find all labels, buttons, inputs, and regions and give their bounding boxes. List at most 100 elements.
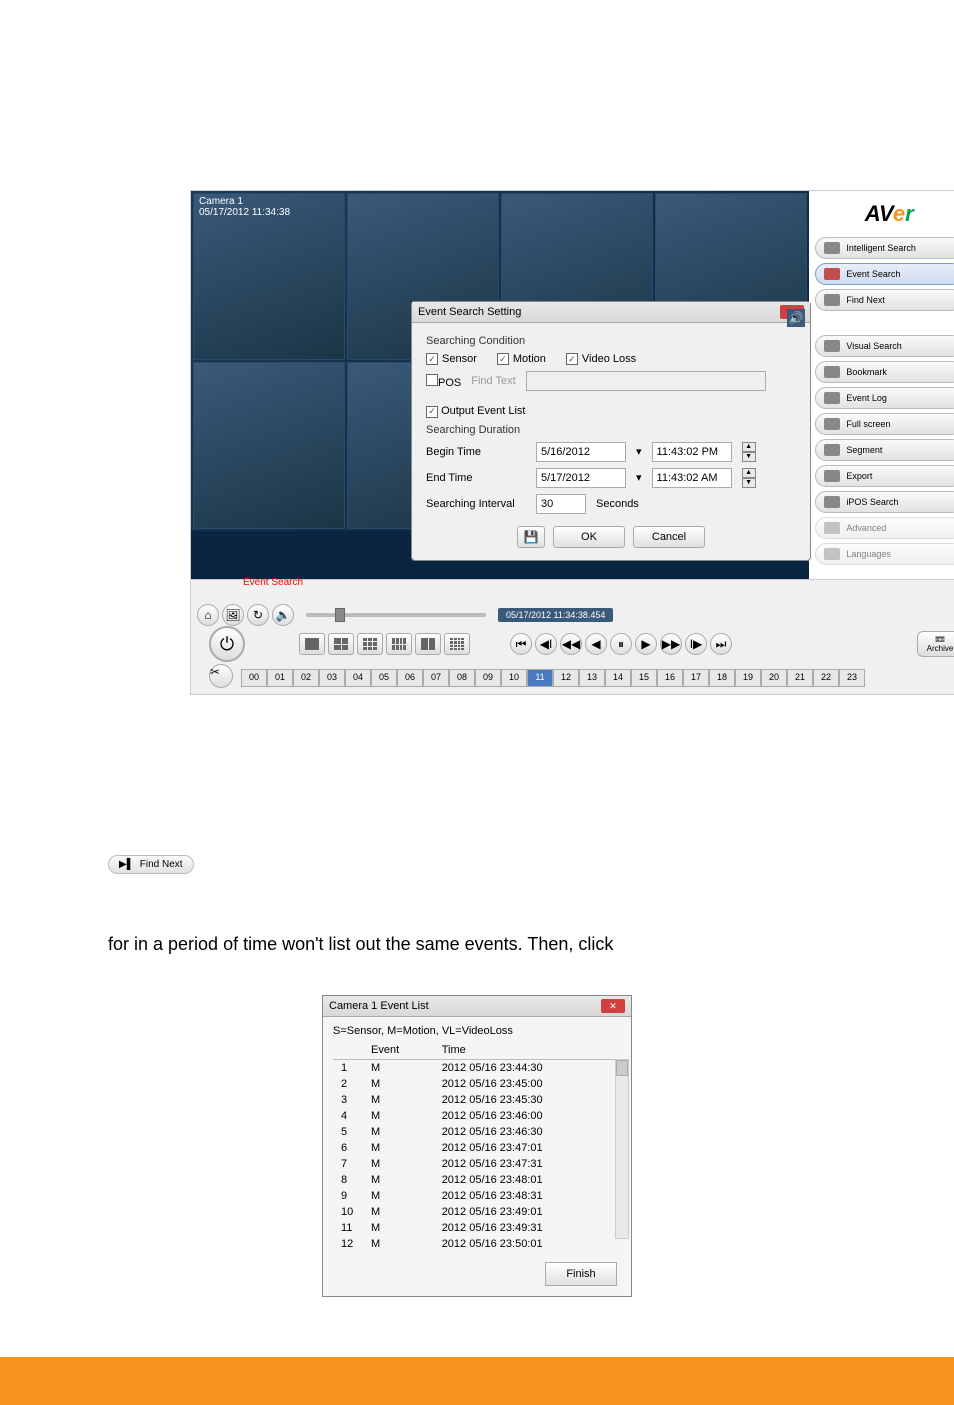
sensor-checkbox[interactable]: Sensor <box>426 353 477 365</box>
hour-cell-13[interactable]: 13 <box>579 669 605 687</box>
table-row[interactable]: 1M2012 05/16 23:44:30 <box>333 1060 621 1077</box>
event-search-button[interactable]: Event Search <box>815 263 954 285</box>
reload-button[interactable]: ↻ <box>247 604 269 626</box>
event-log-button[interactable]: Event Log <box>815 387 954 409</box>
last-button[interactable]: ⏭ <box>710 633 732 655</box>
ipos-search-button[interactable]: iPOS Search <box>815 491 954 513</box>
prev-frame-button[interactable]: ◀I <box>535 633 557 655</box>
findtext-input[interactable] <box>526 371 766 391</box>
table-row[interactable]: 8M2012 05/16 23:48:01 <box>333 1172 621 1188</box>
video-cell[interactable] <box>193 362 345 529</box>
videoloss-checkbox[interactable]: Video Loss <box>566 353 636 365</box>
hour-cell-14[interactable]: 14 <box>605 669 631 687</box>
find-next-button[interactable]: Find Next <box>815 289 954 311</box>
first-button[interactable]: ⏮ <box>510 633 532 655</box>
begin-time-spinner[interactable]: ▲▼ <box>742 442 756 462</box>
find-next-standalone-button[interactable]: ▶▌ Find Next <box>108 855 194 874</box>
volume-slider[interactable] <box>306 613 486 617</box>
play-button[interactable]: ▶ <box>635 633 657 655</box>
table-row[interactable]: 5M2012 05/16 23:46:30 <box>333 1124 621 1140</box>
table-row[interactable]: 7M2012 05/16 23:47:31 <box>333 1156 621 1172</box>
export-button[interactable]: Export <box>815 465 954 487</box>
table-row[interactable]: 11M2012 05/16 23:49:31 <box>333 1220 621 1236</box>
layout-13-button[interactable] <box>415 633 441 655</box>
begin-date-input[interactable] <box>536 442 626 462</box>
next-frame-button[interactable]: I▶ <box>685 633 707 655</box>
table-row[interactable]: 6M2012 05/16 23:47:01 <box>333 1140 621 1156</box>
pause-button[interactable]: ⏸ <box>610 633 632 655</box>
visual-search-button[interactable]: Visual Search <box>815 335 954 357</box>
home-button[interactable]: ⌂ <box>197 604 219 626</box>
hour-cell-00[interactable]: 00 <box>241 669 267 687</box>
scroll-thumb[interactable] <box>616 1060 628 1076</box>
table-row[interactable]: 12M2012 05/16 23:50:01 <box>333 1236 621 1252</box>
layout-2x2-button[interactable] <box>328 633 354 655</box>
hour-cell-02[interactable]: 02 <box>293 669 319 687</box>
scissors-button[interactable]: ✂ <box>209 664 233 688</box>
languages-button[interactable]: Languages <box>815 543 954 565</box>
bookmark-button[interactable]: Bookmark <box>815 361 954 383</box>
hour-cell-17[interactable]: 17 <box>683 669 709 687</box>
hour-cell-09[interactable]: 09 <box>475 669 501 687</box>
layout-16-button[interactable] <box>444 633 470 655</box>
forward-button[interactable]: ▶▶ <box>660 633 682 655</box>
speaker-icon[interactable]: 🔊 <box>787 309 805 327</box>
up-icon[interactable]: ▲ <box>742 468 756 478</box>
segment-button[interactable]: Segment <box>815 439 954 461</box>
close-icon[interactable]: ✕ <box>601 999 625 1013</box>
hour-cell-05[interactable]: 05 <box>371 669 397 687</box>
hour-cell-08[interactable]: 08 <box>449 669 475 687</box>
end-date-input[interactable] <box>536 468 626 488</box>
hour-cell-18[interactable]: 18 <box>709 669 735 687</box>
col-event[interactable]: Event <box>363 1041 434 1060</box>
hour-cell-07[interactable]: 07 <box>423 669 449 687</box>
table-row[interactable]: 3M2012 05/16 23:45:30 <box>333 1092 621 1108</box>
layout-3x3-button[interactable] <box>357 633 383 655</box>
hour-cell-21[interactable]: 21 <box>787 669 813 687</box>
table-row[interactable]: 4M2012 05/16 23:46:00 <box>333 1108 621 1124</box>
rewind-button[interactable]: ◀◀ <box>560 633 582 655</box>
table-row[interactable]: 10M2012 05/16 23:49:01 <box>333 1204 621 1220</box>
power-button[interactable]: ⏻ <box>209 626 245 662</box>
motion-checkbox[interactable]: Motion <box>497 353 546 365</box>
save-icon-button[interactable]: 💾 <box>517 526 545 548</box>
hour-cell-03[interactable]: 03 <box>319 669 345 687</box>
hour-cell-16[interactable]: 16 <box>657 669 683 687</box>
hour-cell-22[interactable]: 22 <box>813 669 839 687</box>
event-scrollbar[interactable] <box>615 1059 629 1239</box>
end-time-input[interactable] <box>652 468 732 488</box>
layout-1x1-button[interactable] <box>299 633 325 655</box>
video-cell[interactable] <box>193 193 345 360</box>
hour-cell-06[interactable]: 06 <box>397 669 423 687</box>
interval-input[interactable] <box>536 494 586 514</box>
cancel-button[interactable]: Cancel <box>633 526 705 548</box>
calendar-icon[interactable]: ▾ <box>636 471 642 484</box>
down-icon[interactable]: ▼ <box>742 452 756 462</box>
intelligent-search-button[interactable]: Intelligent Search <box>815 237 954 259</box>
up-icon[interactable]: ▲ <box>742 442 756 452</box>
layout-8-button[interactable] <box>386 633 412 655</box>
audio-button[interactable]: 🔈 <box>272 604 294 626</box>
slider-thumb[interactable] <box>335 608 345 622</box>
pos-checkbox[interactable]: POS <box>426 374 461 389</box>
hour-cell-11[interactable]: 11 <box>527 669 553 687</box>
hour-cell-10[interactable]: 10 <box>501 669 527 687</box>
table-row[interactable]: 9M2012 05/16 23:48:31 <box>333 1188 621 1204</box>
down-icon[interactable]: ▼ <box>742 478 756 488</box>
advanced-button[interactable]: Advanced <box>815 517 954 539</box>
ok-button[interactable]: OK <box>553 526 625 548</box>
hour-cell-20[interactable]: 20 <box>761 669 787 687</box>
archive-button[interactable]: 📼Archive <box>917 631 954 657</box>
hour-cell-19[interactable]: 19 <box>735 669 761 687</box>
full-screen-button[interactable]: Full screen <box>815 413 954 435</box>
end-time-spinner[interactable]: ▲▼ <box>742 468 756 488</box>
hour-cell-04[interactable]: 04 <box>345 669 371 687</box>
finish-button[interactable]: Finish <box>545 1262 617 1286</box>
col-time[interactable]: Time <box>434 1041 621 1060</box>
hour-cell-23[interactable]: 23 <box>839 669 865 687</box>
hour-cell-12[interactable]: 12 <box>553 669 579 687</box>
begin-time-input[interactable] <box>652 442 732 462</box>
hour-cell-15[interactable]: 15 <box>631 669 657 687</box>
output-event-list-checkbox[interactable]: Output Event List <box>426 405 525 417</box>
play-back-button[interactable]: ◀ <box>585 633 607 655</box>
